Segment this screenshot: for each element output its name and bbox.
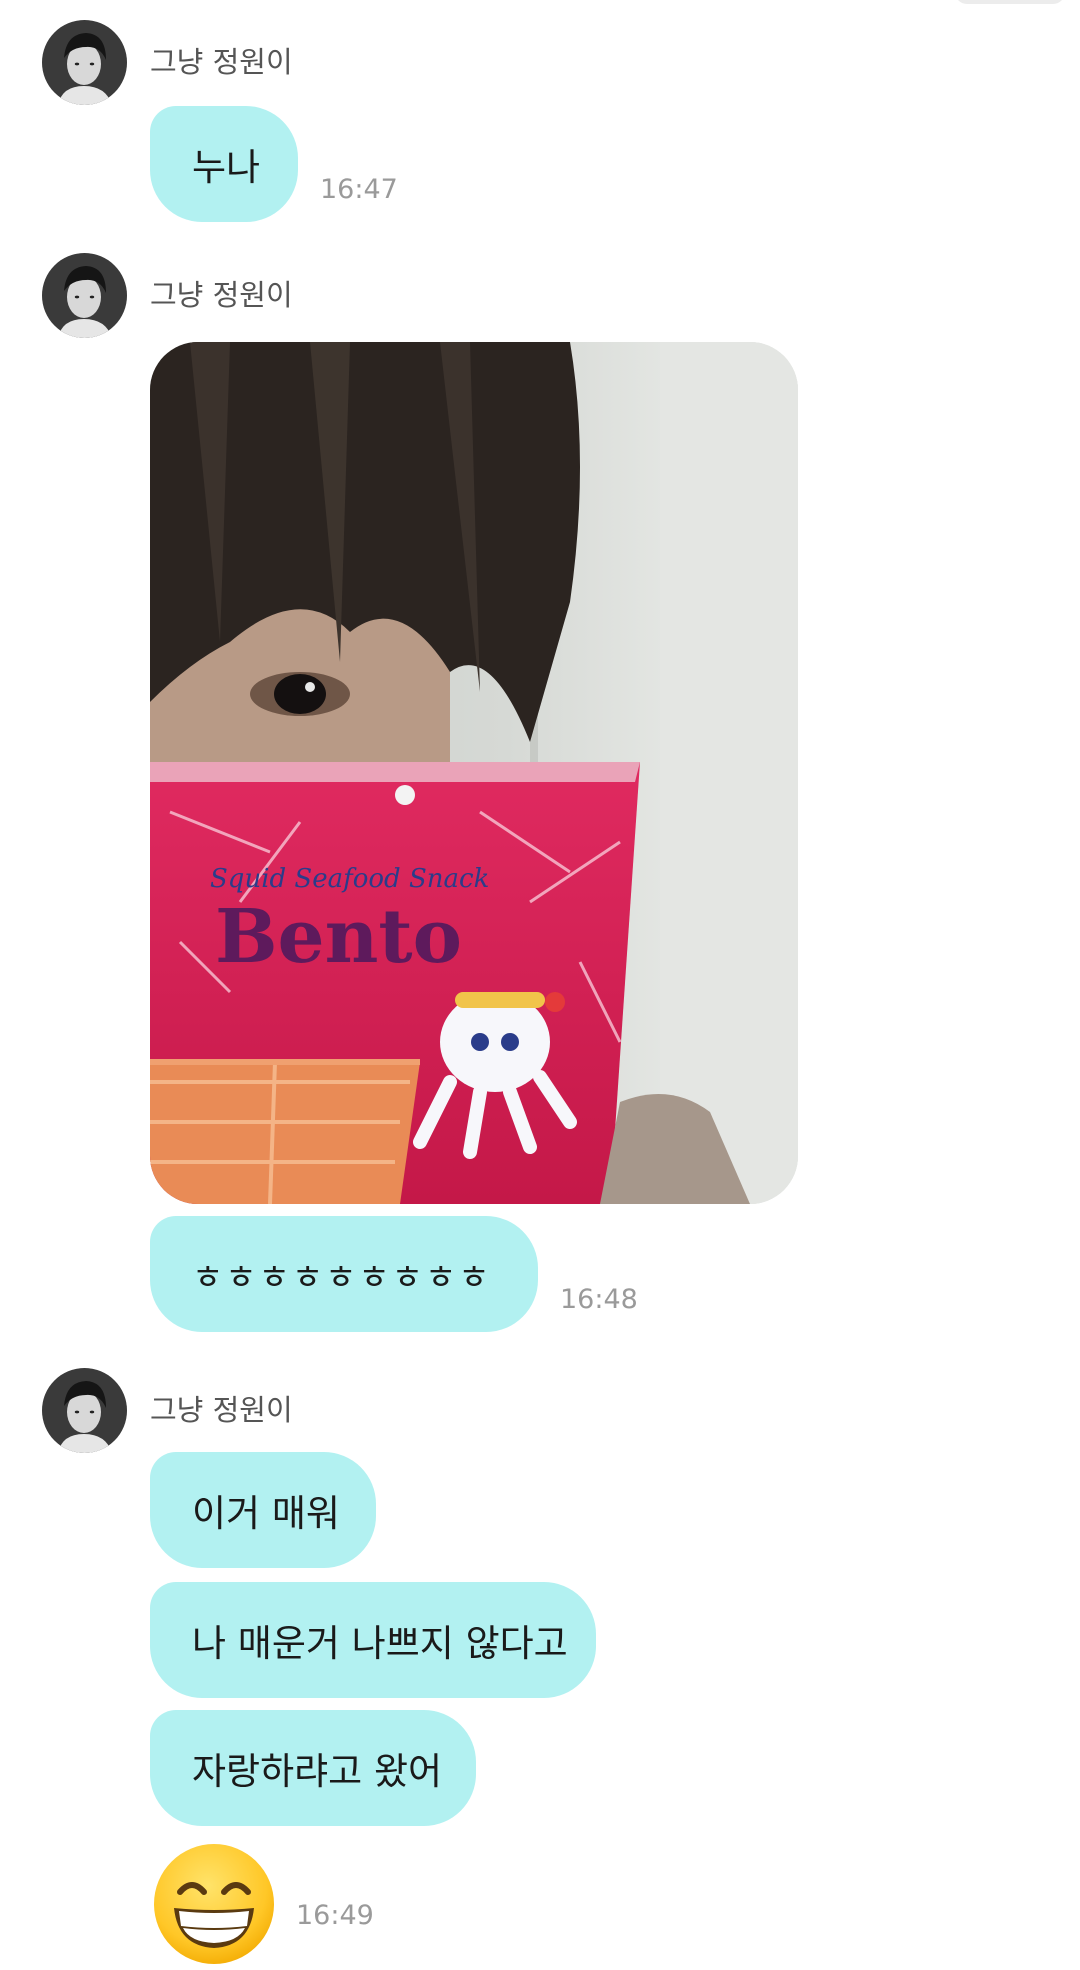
message-bubble[interactable]: 자랑하랴고 왔어 bbox=[150, 1710, 476, 1826]
sender-avatar[interactable] bbox=[42, 20, 127, 105]
package-subtitle: Squid Seafood Snack bbox=[210, 864, 489, 894]
top-edge-shadow bbox=[955, 0, 1065, 4]
message-bubble[interactable]: 나 매운거 나쁘지 않다고 bbox=[150, 1582, 596, 1698]
message-text: 자랑하랴고 왔어 bbox=[192, 1750, 443, 1793]
message-text: 누나 bbox=[192, 146, 261, 189]
sender-name: 그냥 정원이 bbox=[150, 278, 293, 312]
message-timestamp: 16:47 bbox=[320, 174, 398, 205]
package-brand: Bento bbox=[215, 894, 462, 980]
message-text: 이거 매워 bbox=[192, 1492, 340, 1535]
message-timestamp: 16:49 bbox=[296, 1900, 374, 1931]
grinning-face-emoji-icon[interactable] bbox=[152, 1842, 276, 1966]
message-photo[interactable]: Squid Seafood Snack Bento bbox=[150, 342, 798, 1204]
message-text: ㅎㅎㅎㅎㅎㅎㅎㅎㅎ bbox=[192, 1257, 492, 1298]
message-bubble[interactable]: 이거 매워 bbox=[150, 1452, 376, 1568]
sender-name: 그냥 정원이 bbox=[150, 1393, 293, 1427]
avatar-photo-icon bbox=[42, 253, 127, 338]
snack-photo-image: Squid Seafood Snack Bento bbox=[150, 342, 798, 1204]
sender-avatar[interactable] bbox=[42, 253, 127, 338]
message-bubble[interactable]: ㅎㅎㅎㅎㅎㅎㅎㅎㅎ bbox=[150, 1216, 538, 1332]
avatar-photo-icon bbox=[42, 20, 127, 105]
avatar-photo-icon bbox=[42, 1368, 127, 1453]
message-text: 나 매운거 나쁘지 않다고 bbox=[192, 1622, 568, 1665]
message-bubble[interactable]: 누나 bbox=[150, 106, 298, 222]
sender-avatar[interactable] bbox=[42, 1368, 127, 1453]
sender-name: 그냥 정원이 bbox=[150, 45, 293, 79]
message-timestamp: 16:48 bbox=[560, 1284, 638, 1315]
